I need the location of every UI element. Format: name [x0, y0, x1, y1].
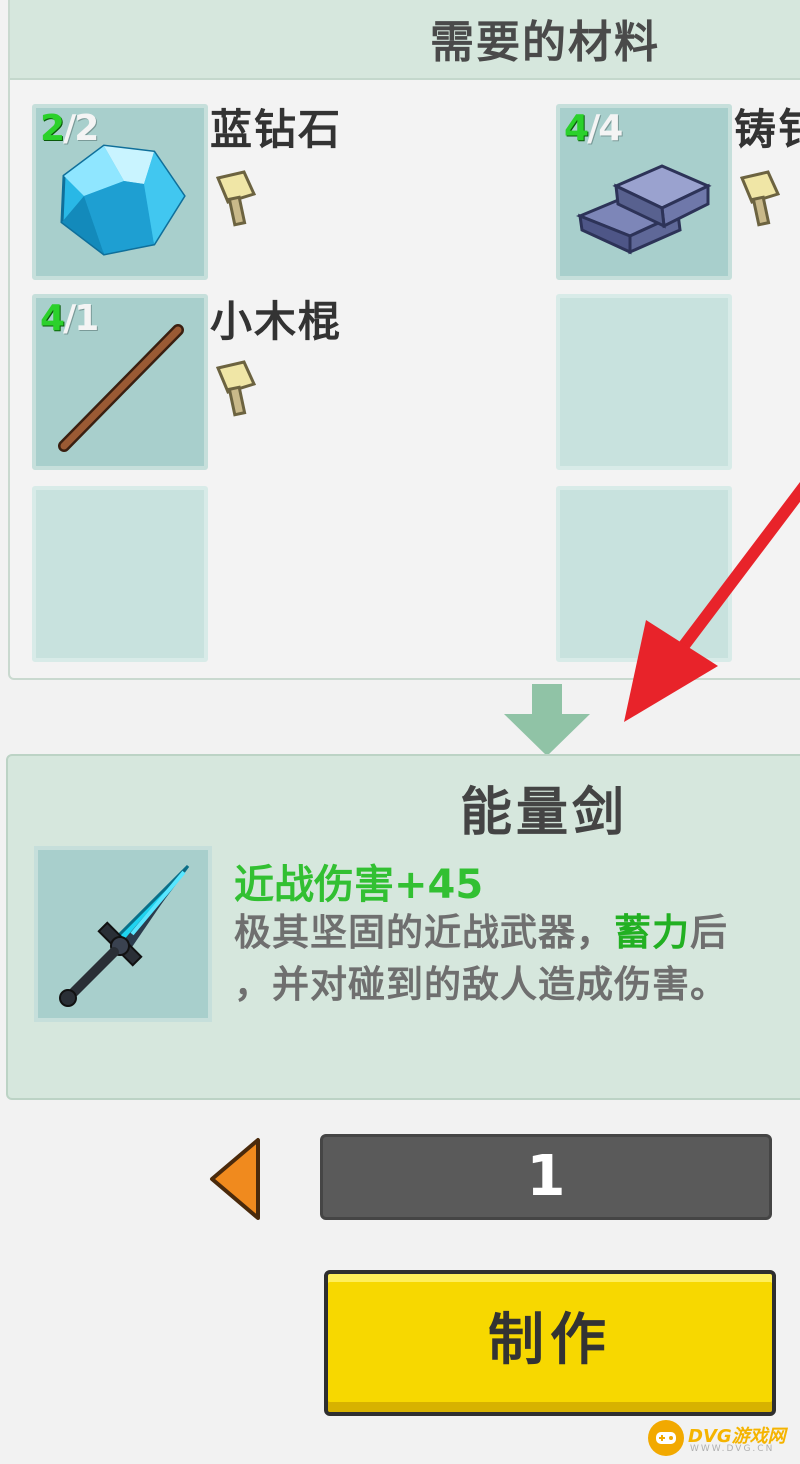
material-count: 2/2 — [40, 108, 99, 149]
materials-title: 需要的材料 — [430, 17, 660, 68]
material-name: 蓝钻石 — [210, 105, 343, 154]
watermark-logo-icon — [648, 1420, 684, 1456]
materials-header: 需要的材料 — [10, 0, 800, 80]
quantity-value: 1 — [526, 1144, 566, 1209]
hammer-icon[interactable] — [210, 358, 264, 418]
decrease-quantity-arrow-icon[interactable] — [208, 1136, 264, 1222]
quantity-display[interactable]: 1 — [320, 1134, 772, 1220]
craft-button[interactable]: 制作 — [324, 1270, 776, 1416]
gamepad-icon — [656, 1432, 676, 1444]
have-count: 2 — [40, 108, 65, 149]
watermark: DVG游戏网 WWW.DVG.CN — [648, 1420, 798, 1458]
description-text: 极其坚固的近战武器， — [234, 911, 614, 954]
result-slot[interactable] — [34, 846, 212, 1022]
material-count: 4/4 — [564, 108, 623, 149]
description-highlight: 蓄力 — [614, 911, 690, 954]
watermark-subtext: WWW.DVG.CN — [690, 1444, 775, 1454]
result-description-line-2: ，并对碰到的敌人造成伤害。 — [234, 963, 728, 1006]
material-slot-wooden-stick[interactable]: 4/1 — [32, 294, 208, 470]
material-name: 小木棍 — [210, 297, 343, 346]
energy-sword-icon — [59, 864, 190, 1007]
craft-button-label: 制作 — [488, 1308, 612, 1373]
result-description-line-1: 极其坚固的近战武器，蓄力后 — [234, 902, 728, 956]
have-count: 4 — [564, 108, 589, 149]
have-count: 4 — [40, 298, 65, 339]
down-arrow-icon — [504, 684, 590, 756]
need-count: /2 — [63, 108, 99, 149]
need-count: /1 — [63, 298, 99, 339]
material-slot-iron-ingot[interactable]: 4/4 — [556, 104, 732, 280]
description-text: 后 — [690, 911, 728, 954]
material-slot-empty[interactable] — [32, 486, 208, 662]
result-item-name: 能量剑 — [460, 783, 629, 843]
material-slot-blue-diamond[interactable]: 2/2 — [32, 104, 208, 280]
hammer-icon[interactable] — [734, 168, 788, 228]
red-annotation-arrow-icon — [624, 481, 800, 722]
need-count: /4 — [587, 108, 623, 149]
material-name: 铸钅 — [734, 105, 800, 154]
material-slot-empty[interactable] — [556, 294, 732, 470]
result-panel: 能量剑 近战伤害+45 极其坚固的近战武器，蓄力后 ，并对碰到的敌人造成伤害。 — [6, 754, 800, 1100]
hammer-icon[interactable] — [210, 168, 264, 228]
material-count: 4/1 — [40, 298, 99, 339]
